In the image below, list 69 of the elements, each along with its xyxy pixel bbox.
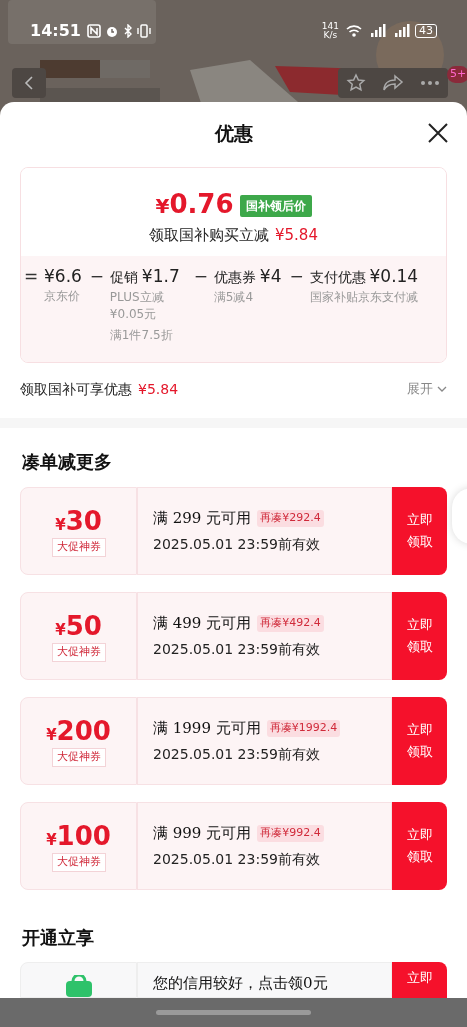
back-icon[interactable] xyxy=(24,75,34,91)
subtitle-text: 领取国补购买立减 xyxy=(149,225,269,246)
coupon-tag: 大促神券 xyxy=(51,748,106,767)
gap-badge: 再凑¥992.4 xyxy=(257,825,324,842)
claim-button[interactable]: 立即领取 xyxy=(392,697,447,785)
price-amount: ¥4 xyxy=(259,265,282,288)
coupon-condition: 满 499 元可用 xyxy=(153,613,252,635)
subsidy-amount: ¥5.84 xyxy=(138,379,179,399)
coupon-amount: ¥30 xyxy=(55,505,102,536)
star-icon[interactable] xyxy=(346,73,366,93)
subsidy-text: 领取国补可享优惠 xyxy=(20,379,132,399)
operator-symbol: = xyxy=(24,265,36,288)
offer-text: 您的信用较好，点击领0元 xyxy=(153,974,328,992)
operator-symbol: − xyxy=(89,265,102,288)
chevron-icon[interactable] xyxy=(437,386,447,392)
wifi-icon xyxy=(345,24,363,38)
expand-toggle[interactable]: 展开 xyxy=(407,379,447,399)
final-price: ¥0.76 xyxy=(155,190,234,221)
sheet-title: 优惠 xyxy=(214,120,253,146)
bag-icon xyxy=(63,975,94,997)
share-icon[interactable] xyxy=(382,74,404,92)
claim-button[interactable]: 立即 xyxy=(392,962,447,998)
gap-badge: 再凑¥1992.4 xyxy=(266,720,341,737)
more-icon[interactable] xyxy=(420,80,440,86)
price-tag: 国补领后价 xyxy=(239,194,312,217)
coupon-tag: 大促神券 xyxy=(51,643,106,662)
price-note: 满5减4 xyxy=(213,289,255,306)
coupon-condition: 满 1999 元可用 xyxy=(153,718,261,740)
coupon-expiry: 2025.05.01 23:59前有效 xyxy=(153,849,321,869)
price-note: 国家补贴京东支付减 xyxy=(309,289,419,306)
operator-symbol: − xyxy=(193,265,206,288)
coupon-amount: ¥200 xyxy=(46,715,111,746)
close-button[interactable] xyxy=(427,122,449,144)
section-title: 凑单减更多 xyxy=(22,450,113,474)
price-note: 京东价 xyxy=(44,288,81,305)
price-label: 支付优惠 xyxy=(309,268,366,287)
coupon-expiry: 2025.05.01 23:59前有效 xyxy=(153,534,321,554)
network-speed: 141 K/s xyxy=(321,22,339,40)
claim-button[interactable]: 立即领取 xyxy=(392,802,447,890)
coupon-expiry: 2025.05.01 23:59前有效 xyxy=(153,744,321,764)
notification-badge: 5+ xyxy=(447,66,467,83)
gap-badge: 再凑¥492.4 xyxy=(257,615,324,632)
claim-button[interactable]: 立即领取 xyxy=(392,592,447,680)
coupon-amount: ¥100 xyxy=(46,820,111,851)
price-label: 促销 xyxy=(109,268,138,287)
operator-symbol: − xyxy=(289,265,302,288)
battery-level: 43 xyxy=(415,24,437,38)
price-note: PLUS立减 ¥0.05元 xyxy=(109,289,165,323)
price-amount: ¥0.14 xyxy=(369,265,419,288)
vibrate-icon xyxy=(136,24,151,38)
price-amount: ¥6.6 xyxy=(44,265,82,288)
price-amount: ¥1.7 xyxy=(141,265,180,288)
coupon-amount: ¥50 xyxy=(55,610,102,641)
coupon-tag: 大促神券 xyxy=(51,538,106,557)
bluetooth-icon xyxy=(122,24,133,38)
gap-badge: 再凑¥292.4 xyxy=(257,510,324,527)
price-note: 满1件7.5折 xyxy=(109,327,174,344)
claim-button[interactable]: 立即领取 xyxy=(392,487,447,575)
subtitle-amount: ¥5.84 xyxy=(275,225,318,246)
coupon-condition: 满 999 元可用 xyxy=(153,823,252,845)
coupon-tag: 大促神券 xyxy=(51,853,106,872)
coupon-condition: 满 299 元可用 xyxy=(153,508,252,530)
price-label: 优惠券 xyxy=(213,268,256,287)
nfc-icon xyxy=(86,24,101,38)
status-time: 14:51 xyxy=(30,20,81,42)
section-title: 开通立享 xyxy=(22,926,95,950)
coupon-expiry: 2025.05.01 23:59前有效 xyxy=(153,639,321,659)
back-button[interactable] xyxy=(12,68,46,98)
alarm-icon xyxy=(104,24,119,38)
